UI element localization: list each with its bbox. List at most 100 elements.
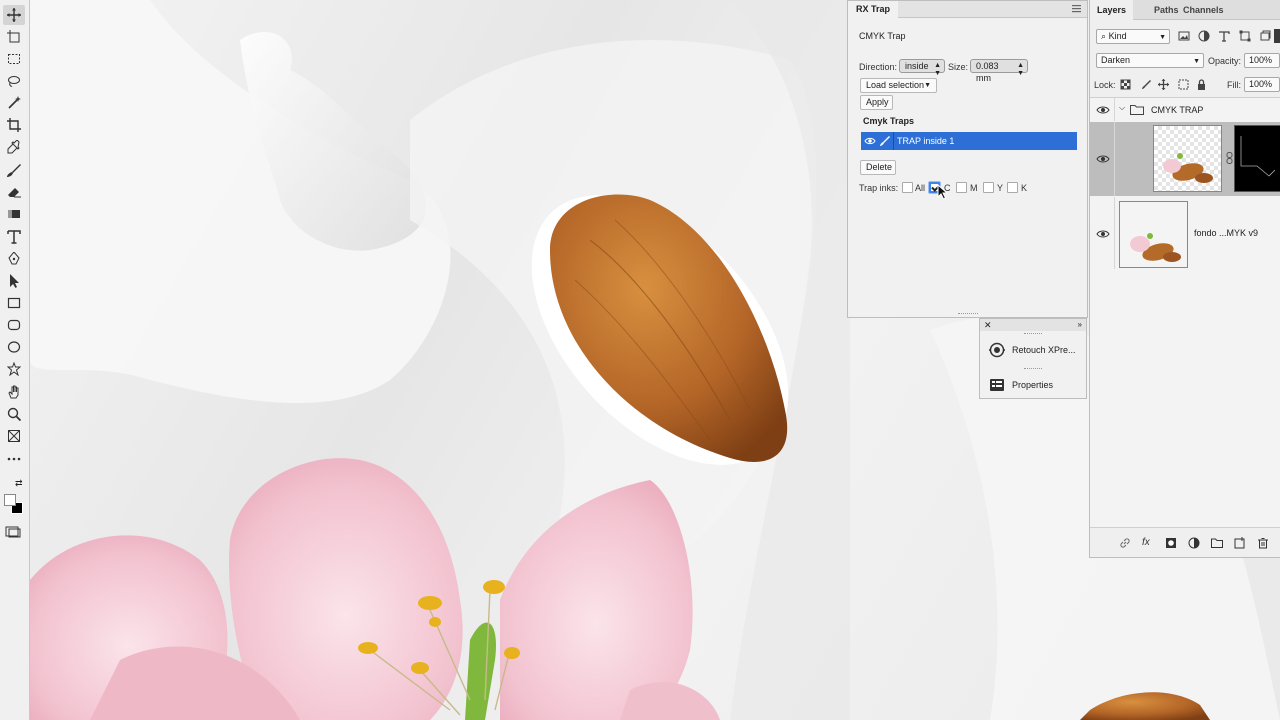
type-tool-icon — [7, 230, 21, 244]
rectangle-tool-button[interactable] — [3, 293, 25, 313]
tab-rx-trap[interactable]: RX Trap — [848, 1, 899, 18]
dock-grip[interactable] — [1024, 368, 1042, 370]
brush-tool-button[interactable] — [3, 160, 25, 180]
fx-icon[interactable]: fx — [1142, 537, 1154, 549]
updown-arrows-icon: ▲ ▼ — [1017, 62, 1024, 77]
cmyk-traps-heading: Cmyk Traps — [863, 116, 915, 126]
dock-grip[interactable] — [1024, 333, 1042, 335]
lock-label: Lock: — [1094, 80, 1116, 90]
layer-group-row[interactable]: ⌵ CMYK TRAP — [1090, 98, 1280, 121]
gradient-tool-button[interactable] — [3, 204, 25, 224]
color-swatches[interactable]: ⇄ — [3, 478, 25, 518]
eraser-tool-button[interactable] — [3, 182, 25, 202]
chevron-down-icon[interactable]: ⌵ — [1119, 103, 1125, 113]
eyedropper-tool-button[interactable] — [3, 137, 25, 157]
new-layer-icon[interactable] — [1234, 537, 1246, 549]
type-tool-button[interactable] — [3, 227, 25, 247]
image-layer-row[interactable]: fondo ...MYK v9 — [1090, 197, 1280, 269]
adjustment-layer-filter-icon[interactable] — [1198, 30, 1210, 42]
new-group-icon[interactable] — [1211, 537, 1223, 549]
fill-field[interactable]: 100% — [1244, 77, 1280, 92]
move-tool-button[interactable] — [3, 5, 25, 25]
opacity-field[interactable]: 100% — [1244, 53, 1280, 68]
properties-panel-button[interactable]: Properties — [980, 373, 1086, 397]
ellipse-tool-button[interactable] — [3, 337, 25, 357]
type-layer-filter-icon[interactable] — [1218, 30, 1230, 42]
panel-menu-icon[interactable] — [1072, 5, 1081, 13]
row-separator — [1114, 122, 1115, 196]
brush-icon[interactable] — [879, 135, 891, 147]
collapse-icon[interactable]: » — [1078, 319, 1082, 331]
zoom-tool-icon — [7, 407, 21, 421]
lock-image-pixels-icon[interactable] — [1141, 79, 1152, 90]
magic-wand-tool-button[interactable] — [3, 93, 25, 113]
rx-trap-tabbar: RX Trap — [848, 1, 1087, 18]
delete-button[interactable]: Delete — [860, 160, 896, 175]
layer-thumbnail[interactable] — [1153, 125, 1222, 192]
smart-object-filter-icon[interactable] — [1259, 30, 1271, 42]
eye-icon[interactable] — [1096, 154, 1110, 164]
ink-y-checkbox[interactable] — [983, 182, 994, 193]
lock-artboard-icon[interactable] — [1178, 79, 1189, 90]
shape-layer-filter-icon[interactable] — [1239, 30, 1251, 42]
frame-tool-button[interactable] — [3, 426, 25, 446]
blend-mode-select[interactable]: Darken ▼ — [1096, 53, 1204, 68]
tab-layers[interactable]: Layers — [1090, 0, 1134, 20]
custom-shape-tool-button[interactable] — [3, 359, 25, 379]
trash-icon[interactable] — [1257, 537, 1269, 549]
mask-artwork — [1240, 136, 1276, 177]
eye-icon[interactable] — [1096, 105, 1110, 115]
size-label: Size: — [948, 62, 969, 72]
fill-value: 100% — [1249, 79, 1273, 89]
adjustment-layer-icon[interactable] — [1188, 537, 1200, 549]
link-layers-icon[interactable] — [1119, 537, 1131, 549]
ink-k-checkbox[interactable] — [1007, 182, 1018, 193]
path-selection-tool-icon — [10, 274, 19, 288]
chain-link-icon[interactable] — [1226, 152, 1233, 164]
ink-m-checkbox[interactable] — [956, 182, 967, 193]
trap-list-item[interactable]: TRAP inside 1 — [861, 132, 1077, 150]
eye-icon[interactable] — [1096, 229, 1110, 239]
properties-icon — [990, 379, 1004, 391]
add-mask-icon[interactable] — [1165, 537, 1177, 549]
layer-mask-thumbnail[interactable] — [1234, 125, 1280, 192]
lasso-tool-button[interactable] — [3, 71, 25, 91]
retouch-xpress-panel-button[interactable]: Retouch XPre... — [980, 338, 1086, 362]
more-tools-button[interactable] — [3, 449, 25, 469]
dock-header: ✕ » — [980, 319, 1086, 331]
magic-wand-tool-icon — [8, 96, 21, 109]
rounded-rect-tool-button[interactable] — [3, 315, 25, 335]
direction-select[interactable]: inside ▲ ▼ — [899, 59, 945, 77]
hand-tool-button[interactable] — [3, 382, 25, 402]
artboard-tool-button[interactable] — [3, 27, 25, 47]
foreground-color-swatch[interactable] — [4, 494, 16, 506]
zoom-tool-button[interactable] — [3, 404, 25, 424]
hand-tool-icon — [8, 385, 19, 399]
pen-tool-button[interactable] — [3, 249, 25, 269]
apply-button[interactable]: Apply — [860, 95, 893, 110]
tab-channels[interactable]: Channels — [1176, 0, 1231, 20]
close-icon[interactable]: ✕ — [984, 319, 992, 331]
path-selection-tool-button[interactable] — [3, 271, 25, 291]
layer-thumbnail[interactable] — [1119, 201, 1188, 268]
trap-layer-row[interactable] — [1090, 122, 1280, 196]
mouse-cursor-icon — [937, 184, 949, 200]
lock-all-icon[interactable] — [1196, 79, 1207, 90]
trap-inks-label: Trap inks: — [859, 183, 899, 193]
eye-icon[interactable] — [864, 135, 876, 147]
quick-mask-button[interactable] — [5, 526, 21, 538]
lock-position-icon[interactable] — [1158, 79, 1169, 90]
size-stepper[interactable]: 0.083 mm ▲ ▼ — [970, 59, 1028, 83]
swap-colors-icon[interactable]: ⇄ — [15, 478, 23, 489]
chevron-down-icon: ▼ — [1159, 34, 1166, 41]
panel-resize-grip[interactable] — [958, 313, 978, 315]
filter-kind-select[interactable]: ⌕ Kind ▼ — [1096, 29, 1170, 44]
lock-transparent-pixels-icon[interactable] — [1120, 79, 1131, 90]
marquee-tool-button[interactable] — [3, 49, 25, 69]
crop-tool-button[interactable] — [3, 115, 25, 135]
filter-toggle[interactable] — [1274, 29, 1280, 43]
marquee-tool-icon — [8, 54, 20, 64]
pixel-layer-filter-icon[interactable] — [1178, 30, 1190, 42]
load-selection-dropdown[interactable]: Load selection ▼ — [860, 78, 937, 93]
ink-all-checkbox[interactable] — [902, 182, 913, 193]
